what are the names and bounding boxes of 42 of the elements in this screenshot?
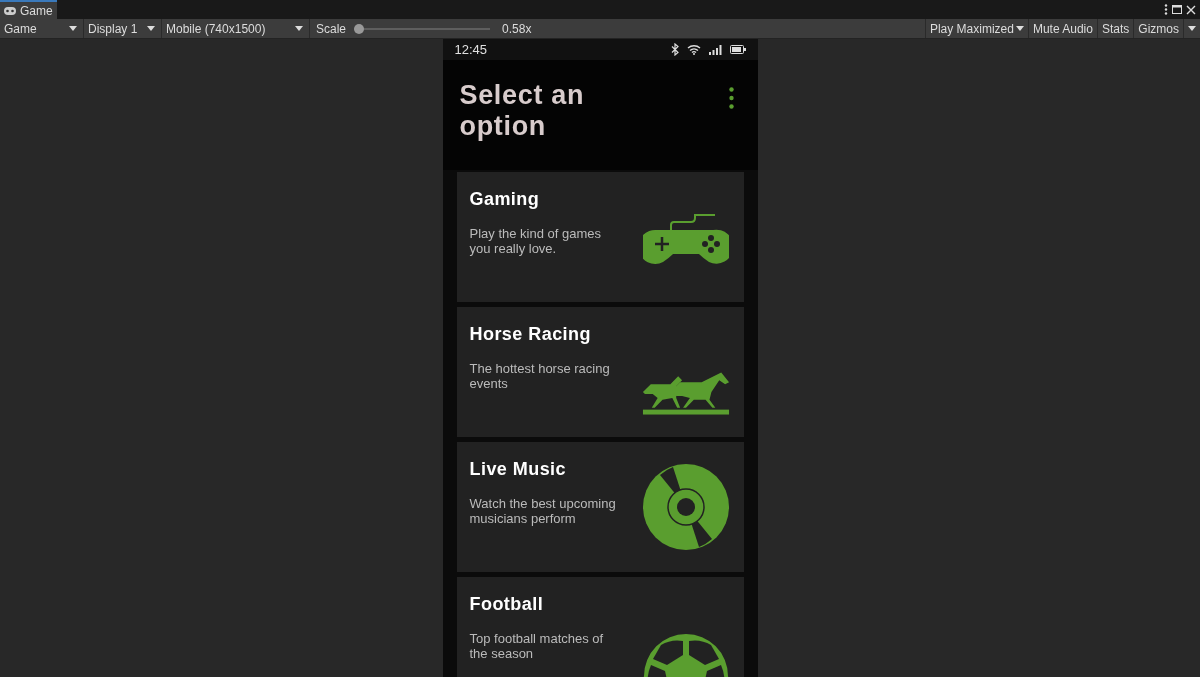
gamepad-icon [642, 214, 729, 264]
disc-icon [641, 463, 730, 551]
caret-icon [1188, 26, 1196, 31]
maximize-icon[interactable] [1172, 5, 1182, 14]
card-title: Live Music [469, 458, 568, 480]
card-title: Horse Racing [469, 323, 592, 345]
option-card[interactable]: Football Top football matches of the season [456, 577, 744, 677]
page-title: Select an option [459, 80, 586, 143]
toolbar-button[interactable]: Mute Audio [1027, 19, 1097, 38]
bluetooth-icon [670, 43, 679, 56]
option-card[interactable]: Horse Racing The hottest horse racing events [456, 307, 744, 437]
dropdown-button[interactable]: Mobile (740x1500) [162, 19, 310, 38]
caret-icon [1015, 26, 1024, 31]
more-options-icon[interactable] [728, 87, 734, 109]
scale-label: Scale [316, 20, 347, 38]
card-description: The hottest horse racing events [469, 361, 611, 391]
card-title: Gaming [469, 188, 541, 210]
gamepad-icon [4, 6, 16, 15]
card-title: Football [469, 593, 545, 615]
caret-icon [69, 26, 77, 31]
status-time: 12:45 [454, 40, 488, 59]
scale-value: 0.58x [502, 20, 532, 38]
toolbar-button[interactable]: Stats [1096, 19, 1134, 38]
toolbar-button[interactable]: Gizmos [1133, 19, 1183, 38]
caret-icon [147, 26, 155, 31]
card-description: Play the kind of games you really love. [469, 226, 603, 256]
option-card[interactable]: Gaming Play the kind of games you really love. [456, 172, 744, 302]
option-card[interactable]: Live Music Watch the best upcoming musicians perform [456, 442, 744, 572]
more-options-icon[interactable] [1164, 4, 1168, 15]
dropdown-button[interactable]: Display 1 [84, 19, 162, 38]
horses-icon [640, 370, 731, 416]
dropdown-button[interactable]: Game [0, 19, 84, 38]
wifi-icon [686, 44, 701, 55]
dropdown-button[interactable]: Play Maximized [924, 19, 1028, 38]
battery-icon [729, 45, 746, 54]
close-icon[interactable] [1186, 4, 1196, 15]
signal-icon [708, 44, 722, 55]
card-description: Watch the best upcoming musicians perform [469, 496, 617, 526]
scale-slider[interactable] [354, 23, 491, 34]
card-description: Top football matches of the season [469, 631, 605, 661]
game-tab[interactable]: Game [0, 0, 57, 19]
caret-icon [295, 26, 303, 31]
